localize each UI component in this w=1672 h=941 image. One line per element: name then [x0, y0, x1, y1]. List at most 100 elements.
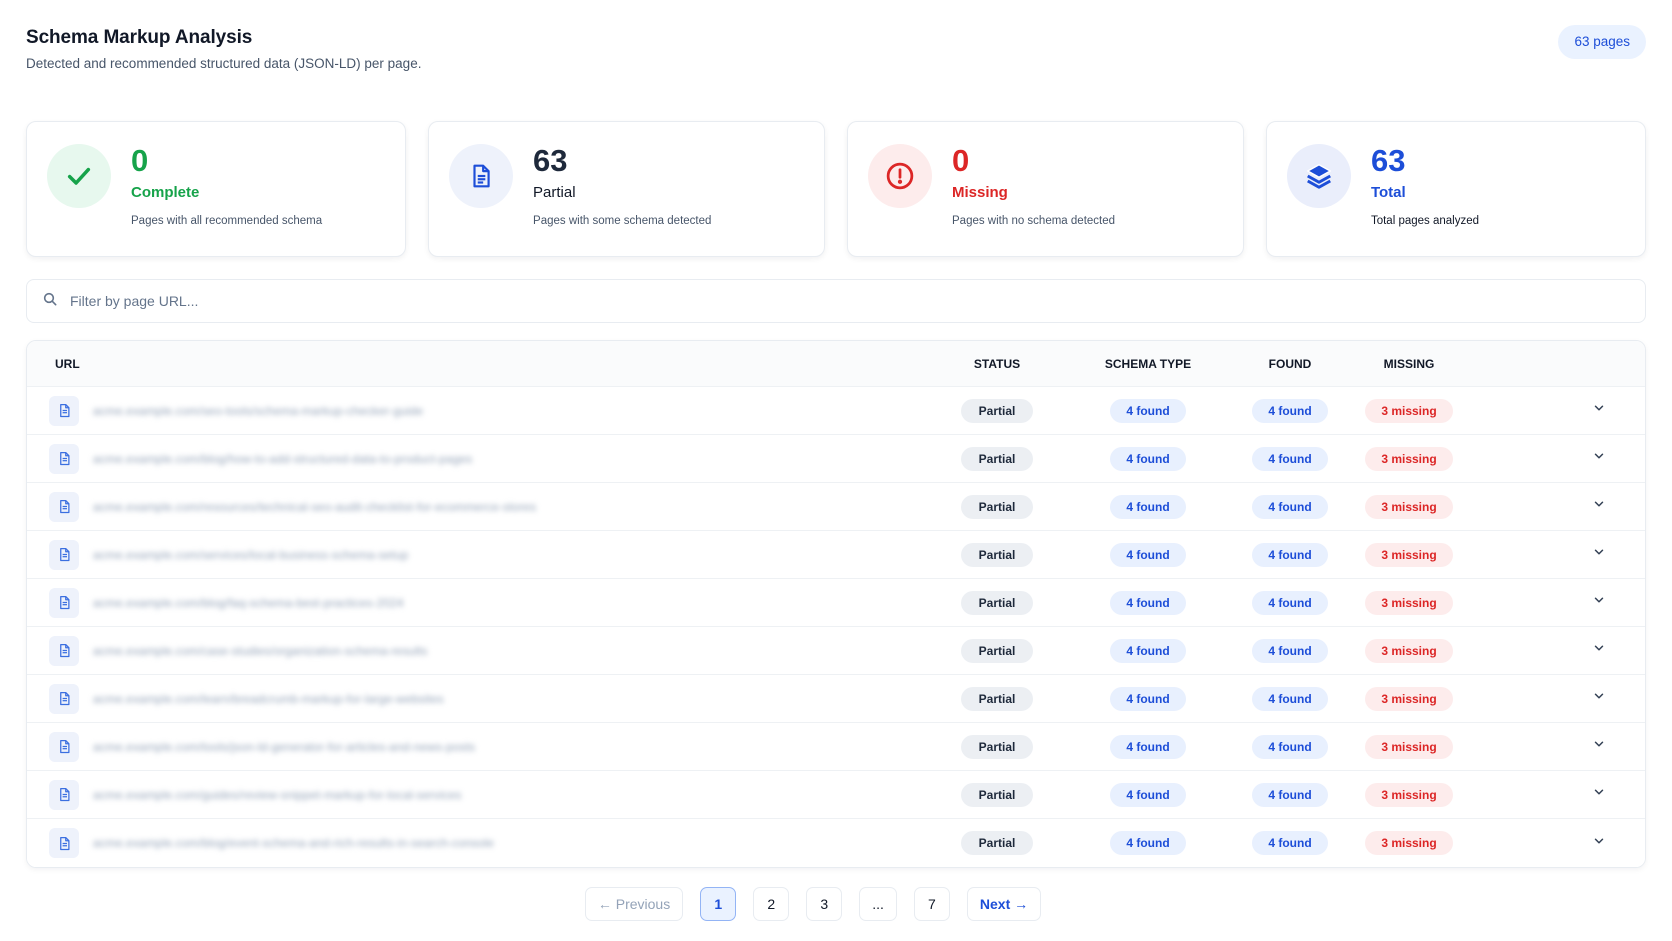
- missing-badge: 3 missing: [1365, 782, 1453, 807]
- chevron-down-icon[interactable]: [1592, 401, 1606, 420]
- next-page-button[interactable]: Next →: [966, 887, 1042, 921]
- found-cell: 4 found: [1229, 638, 1351, 663]
- table-row[interactable]: acme.example.com/guides/review-snippet-m…: [27, 771, 1645, 819]
- status-cell: Partial: [927, 398, 1067, 423]
- page-url[interactable]: acme.example.com/blog/how-to-add-structu…: [93, 452, 472, 466]
- status-badge: Partial: [960, 542, 1034, 567]
- schema-type-badge: 4 found: [1110, 686, 1186, 711]
- page-url[interactable]: acme.example.com/tools/json-ld-generator…: [93, 740, 475, 754]
- file-icon: [49, 731, 79, 762]
- chevron-down-icon[interactable]: [1592, 689, 1606, 708]
- expand-cell: [1467, 834, 1645, 853]
- status-cell: Partial: [927, 734, 1067, 759]
- file-icon: [49, 828, 79, 858]
- url-cell: acme.example.com/case-studies/organizati…: [27, 635, 927, 666]
- missing-badge: 3 missing: [1365, 398, 1453, 423]
- table-row[interactable]: acme.example.com/resources/technical-seo…: [27, 483, 1645, 531]
- missing-badge: 3 missing: [1365, 638, 1453, 663]
- chevron-down-icon[interactable]: [1592, 785, 1606, 804]
- page-url[interactable]: acme.example.com/services/local-business…: [93, 548, 408, 562]
- schema-type-badge: 4 found: [1110, 734, 1186, 759]
- page-url[interactable]: acme.example.com/learn/breadcrumb-markup…: [93, 692, 444, 706]
- url-cell: acme.example.com/blog/how-to-add-structu…: [27, 443, 927, 474]
- found-badge: 4 found: [1252, 542, 1328, 567]
- page-url[interactable]: acme.example.com/blog/event-schema-and-r…: [93, 836, 494, 850]
- page-button-3[interactable]: 3: [806, 887, 843, 921]
- page-url[interactable]: acme.example.com/resources/technical-seo…: [93, 500, 536, 514]
- header-found: FOUND: [1268, 356, 1312, 371]
- missing-badge: 3 missing: [1365, 590, 1453, 615]
- table-row[interactable]: acme.example.com/blog/faq-schema-best-pr…: [27, 579, 1645, 627]
- chevron-down-icon[interactable]: [1592, 834, 1606, 853]
- stat-value: 63: [1370, 143, 1406, 178]
- search-icon: [42, 291, 58, 312]
- schema-type-cell: 4 found: [1067, 542, 1229, 567]
- status-badge: Partial: [960, 446, 1034, 471]
- alert-circle-icon: [868, 144, 932, 208]
- expand-cell: [1467, 641, 1645, 660]
- url-cell: acme.example.com/guides/review-snippet-m…: [27, 779, 927, 810]
- chevron-down-icon[interactable]: [1592, 545, 1606, 564]
- file-icon: [49, 443, 79, 474]
- status-badge: Partial: [960, 638, 1034, 663]
- chevron-down-icon[interactable]: [1592, 449, 1606, 468]
- url-filter-bar[interactable]: [26, 279, 1646, 323]
- found-badge: 4 found: [1252, 638, 1328, 663]
- expand-cell: [1467, 545, 1645, 564]
- table-row[interactable]: acme.example.com/tools/json-ld-generator…: [27, 723, 1645, 771]
- status-cell: Partial: [927, 686, 1067, 711]
- missing-badge: 3 missing: [1365, 446, 1453, 471]
- file-icon: [49, 539, 79, 570]
- page-button-2[interactable]: 2: [753, 887, 790, 921]
- page-url[interactable]: acme.example.com/case-studies/organizati…: [93, 644, 428, 658]
- status-badge: Partial: [960, 398, 1034, 423]
- status-badge: Partial: [960, 494, 1034, 519]
- table-row[interactable]: acme.example.com/services/local-business…: [27, 531, 1645, 579]
- stat-description: Total pages analyzed: [1370, 215, 1480, 227]
- page-url[interactable]: acme.example.com/seo-tools/schema-markup…: [93, 404, 423, 418]
- status-cell: Partial: [927, 446, 1067, 471]
- found-badge: 4 found: [1252, 398, 1328, 423]
- table-row[interactable]: acme.example.com/seo-tools/schema-markup…: [27, 387, 1645, 435]
- page-header: Schema Markup Analysis Detected and reco…: [26, 25, 1646, 94]
- found-cell: 4 found: [1229, 831, 1351, 855]
- page-button-7[interactable]: 7: [913, 887, 950, 921]
- status-badge: Partial: [960, 686, 1034, 711]
- missing-badge: 3 missing: [1365, 494, 1453, 519]
- found-cell: 4 found: [1229, 590, 1351, 615]
- table-row[interactable]: acme.example.com/case-studies/organizati…: [27, 627, 1645, 675]
- stat-description: Pages with no schema detected: [952, 215, 1116, 227]
- url-cell: acme.example.com/services/local-business…: [27, 539, 927, 570]
- table-row[interactable]: acme.example.com/learn/breadcrumb-markup…: [27, 675, 1645, 723]
- previous-page-button[interactable]: ← Previous: [584, 887, 684, 921]
- page-url[interactable]: acme.example.com/blog/faq-schema-best-pr…: [93, 596, 404, 610]
- schema-type-cell: 4 found: [1067, 590, 1229, 615]
- url-cell: acme.example.com/blog/faq-schema-best-pr…: [27, 587, 927, 618]
- file-icon: [49, 683, 79, 714]
- missing-cell: 3 missing: [1351, 398, 1467, 423]
- status-cell: Partial: [927, 638, 1067, 663]
- url-filter-input[interactable]: [70, 293, 1645, 309]
- status-badge: Partial: [960, 831, 1034, 855]
- stat-card-complete: 0 Complete Pages with all recommended sc…: [26, 121, 407, 257]
- status-badge: Partial: [960, 590, 1034, 615]
- found-cell: 4 found: [1229, 686, 1351, 711]
- schema-markup-page: Schema Markup Analysis Detected and reco…: [0, 0, 1672, 941]
- chevron-down-icon[interactable]: [1592, 593, 1606, 612]
- page-url[interactable]: acme.example.com/guides/review-snippet-m…: [93, 788, 462, 802]
- expand-cell: [1467, 401, 1645, 420]
- missing-cell: 3 missing: [1351, 638, 1467, 663]
- status-cell: Partial: [927, 494, 1067, 519]
- chevron-down-icon[interactable]: [1592, 497, 1606, 516]
- missing-cell: 3 missing: [1351, 831, 1467, 855]
- missing-cell: 3 missing: [1351, 686, 1467, 711]
- missing-cell: 3 missing: [1351, 590, 1467, 615]
- missing-badge: 3 missing: [1365, 734, 1453, 759]
- chevron-down-icon[interactable]: [1592, 641, 1606, 660]
- chevron-down-icon[interactable]: [1592, 737, 1606, 756]
- table-row[interactable]: acme.example.com/blog/how-to-add-structu…: [27, 435, 1645, 483]
- header-url: URL: [55, 356, 80, 371]
- page-button-1[interactable]: 1: [700, 887, 737, 921]
- table-row[interactable]: acme.example.com/blog/event-schema-and-r…: [27, 819, 1645, 867]
- schema-type-badge: 4 found: [1110, 782, 1186, 807]
